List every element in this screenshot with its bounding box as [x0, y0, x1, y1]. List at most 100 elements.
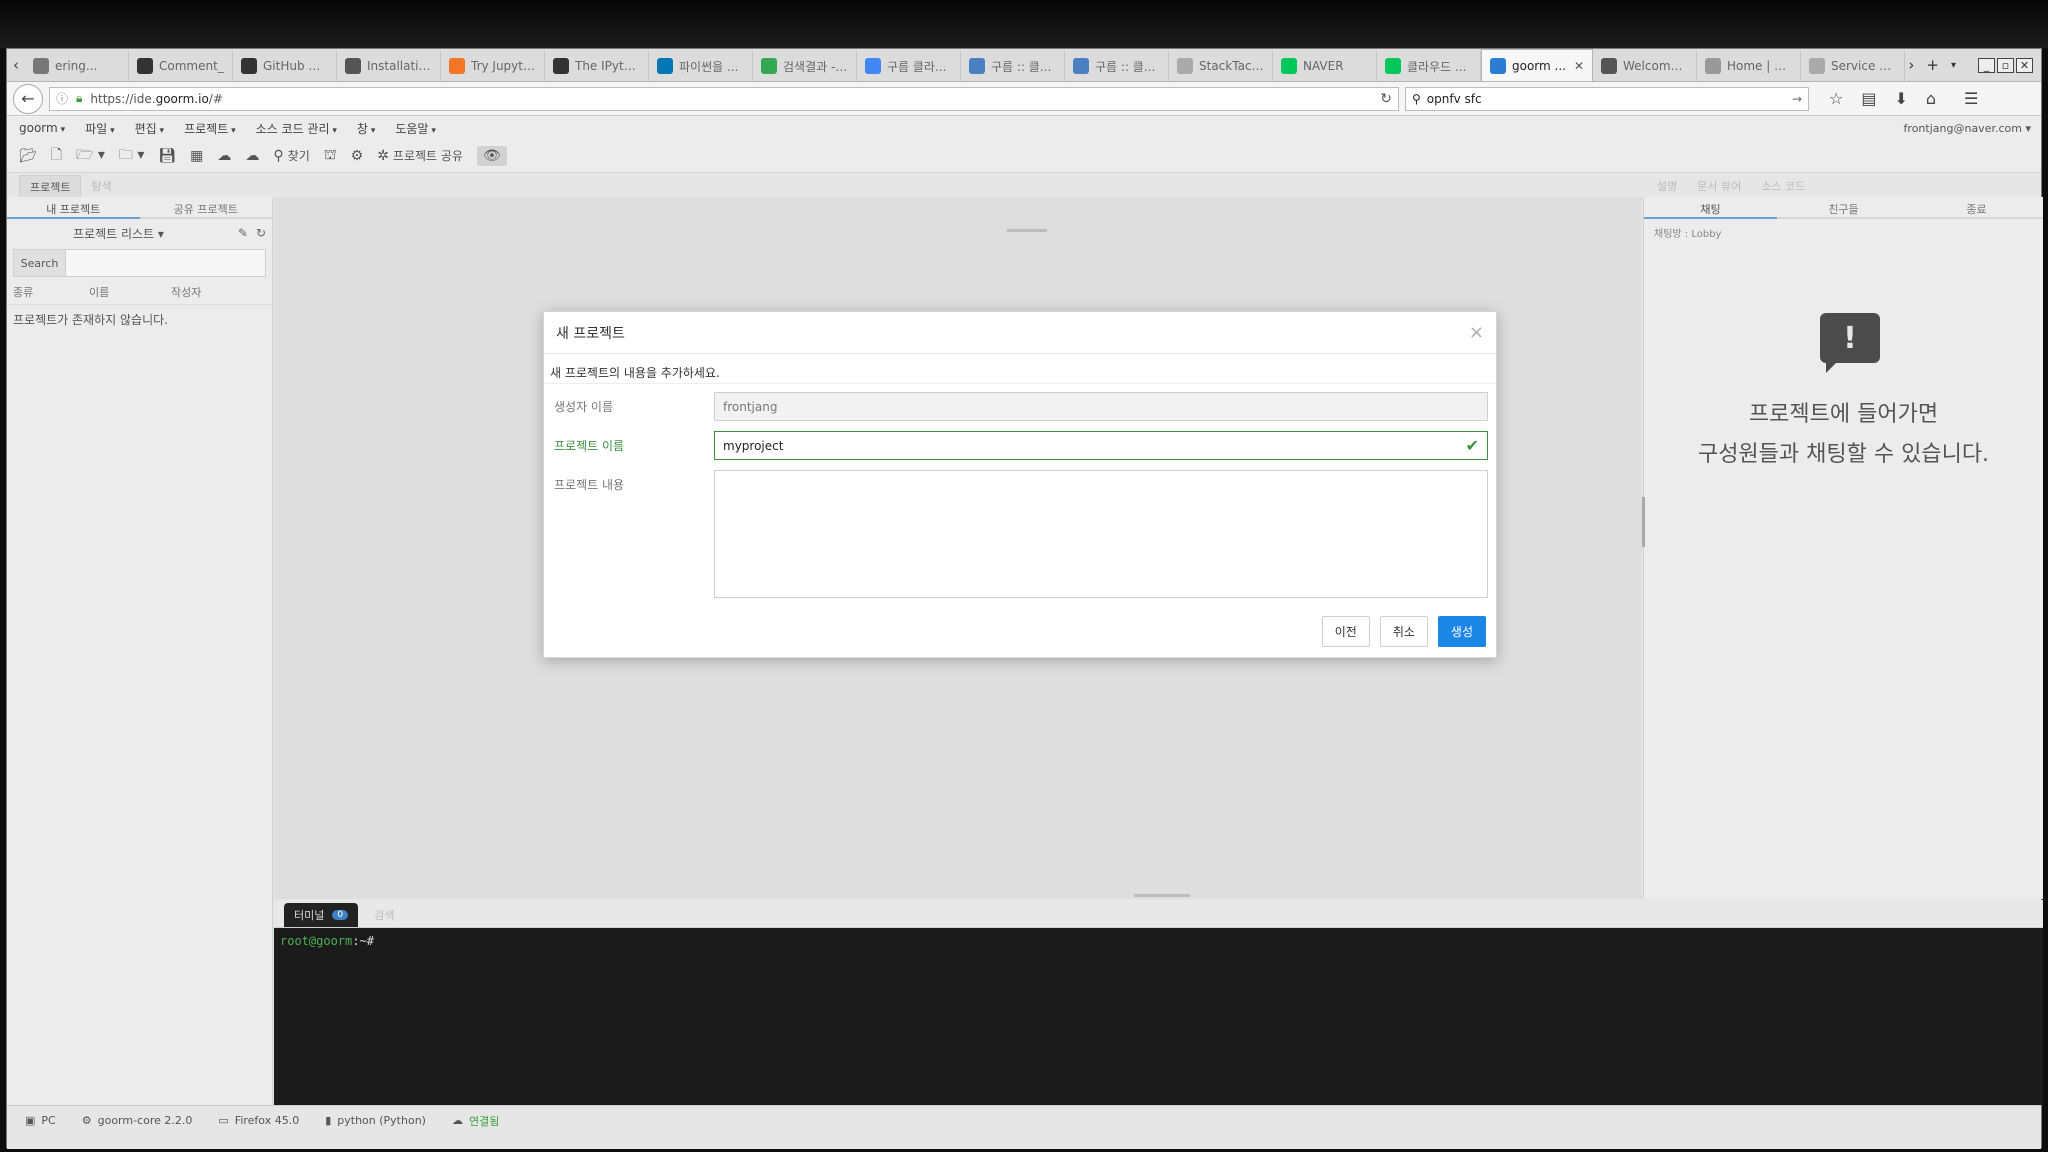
magnifier-icon: ⚲ [273, 147, 284, 164]
menu-help[interactable]: 도움말 [395, 120, 436, 137]
tab-explore[interactable]: 탐색 [81, 175, 121, 197]
browser-tab[interactable]: Welcome t... [1593, 51, 1697, 81]
close-window-icon[interactable]: ✕ [2016, 57, 2033, 73]
binoculars-icon[interactable]: ⛫ [324, 147, 337, 165]
browser-tab[interactable]: 파이썬을 ... [649, 51, 753, 81]
tab-scroll-right-icon[interactable]: › [1908, 56, 1914, 74]
cancel-button[interactable]: 취소 [1379, 616, 1428, 647]
close-tab-icon[interactable]: ✕ [1574, 59, 1584, 73]
import-icon[interactable]: 🗀 ▾ [119, 144, 144, 168]
tab-list-dropdown-icon[interactable]: ▾ [1951, 60, 1956, 71]
cloud-download-icon[interactable]: ☁ [245, 148, 259, 164]
menu-file[interactable]: 파일 [85, 120, 114, 137]
browser-tab[interactable]: goorm ... ✕ [1481, 49, 1593, 81]
browser-tab[interactable]: StackTach.v3 [1169, 51, 1273, 81]
reading-list-icon[interactable]: ▤ [1861, 89, 1876, 108]
new-file-icon[interactable]: 🗋 [51, 144, 62, 168]
project-description-field[interactable] [714, 470, 1488, 598]
refresh-icon[interactable]: ↻ [256, 226, 266, 240]
status-core-version: ⚙ goorm-core 2.2.0 [81, 1114, 193, 1127]
project-search-input[interactable] [66, 250, 265, 276]
info-icon[interactable]: ⓘ [56, 90, 68, 107]
column-type[interactable]: 종류 [13, 284, 89, 300]
browser-tab[interactable]: 클라우드 ... [1377, 51, 1481, 81]
tab-scroll-left-icon[interactable]: ‹ [7, 49, 25, 81]
browser-tab-label: NAVER [1303, 59, 1344, 73]
browser-tab[interactable]: Comment_ [129, 51, 233, 81]
tab-terminal[interactable]: 터미널 0 [284, 903, 359, 927]
project-name-field[interactable]: myproject ✔ [714, 431, 1488, 460]
creator-name-value: frontjang [723, 399, 778, 414]
download-icon[interactable]: ⬇ [1894, 89, 1907, 108]
empty-project-message: 프로젝트가 존재하지 않습니다. [13, 313, 168, 327]
github-icon [241, 58, 257, 74]
menu-icon[interactable]: ☰ [1964, 89, 1978, 108]
browser-tab[interactable]: 구름 :: 클... [1065, 51, 1169, 81]
menu-edit[interactable]: 편집 [135, 120, 164, 137]
reload-icon[interactable]: ↻ [1380, 91, 1392, 107]
tab-shared-projects[interactable]: 공유 프로젝트 [140, 197, 273, 217]
new-tab-icon[interactable]: + [1926, 56, 1939, 74]
browser-tab[interactable]: 검색결과 - ... [753, 51, 857, 81]
column-author[interactable]: 작성자 [171, 284, 201, 300]
browser-tab[interactable]: Try Jupyter! [441, 51, 545, 81]
wrench-icon[interactable]: ✎ [238, 226, 248, 240]
tab-tools: › + ▾ _ ▫ ✕ [1908, 49, 2041, 81]
browser-tab[interactable]: 구름 클라... [857, 51, 961, 81]
home-icon[interactable]: ⌂ [1926, 89, 1936, 108]
project-list-dropdown[interactable]: 프로젝트 리스트 ▾ [73, 225, 164, 242]
tab-chat[interactable]: 채팅 [1644, 197, 1777, 219]
menu-scm[interactable]: 소스 코드 관리 [256, 120, 337, 137]
bookmark-star-icon[interactable]: ☆ [1829, 89, 1843, 108]
prev-button[interactable]: 이전 [1321, 616, 1370, 647]
chat-alert-icon: ! [1820, 313, 1880, 373]
user-account-menu[interactable]: frontjang@naver.com ▾ [1904, 122, 2031, 135]
browser-tab[interactable]: NAVER [1273, 51, 1377, 81]
open-folder-icon[interactable]: 📂︎ [19, 148, 37, 164]
column-name[interactable]: 이름 [89, 284, 171, 300]
bottom-splitter-handle[interactable] [1134, 894, 1190, 897]
menu-project[interactable]: 프로젝트 [184, 120, 236, 137]
tab-doc-viewer[interactable]: 문서 뷰어 [1687, 175, 1751, 197]
cloud-upload-icon[interactable]: ☁ [217, 148, 231, 164]
right-panel-resize-handle[interactable] [1642, 497, 1645, 547]
find-button[interactable]: ⚲ 찾기 [273, 147, 309, 164]
browser-tab[interactable]: 구름 :: 클... [961, 51, 1065, 81]
project-name-label: 프로젝트 이름 [554, 439, 625, 453]
browser-tab[interactable]: Installatio... [337, 51, 441, 81]
creator-name-field[interactable]: frontjang [714, 392, 1488, 421]
top-splitter-handle[interactable] [1007, 229, 1047, 232]
browser-tab[interactable]: ering... [25, 51, 129, 81]
project-name-value: myproject [723, 438, 784, 453]
create-button[interactable]: 생성 [1437, 616, 1486, 647]
terminal-output[interactable]: root@goorm:~# [274, 928, 2043, 954]
eye-icon[interactable]: 👁︎ [476, 145, 507, 166]
search-go-icon[interactable]: → [1792, 92, 1802, 106]
menu-window[interactable]: 창 [357, 120, 375, 137]
tab-friends[interactable]: 친구들 [1777, 197, 1910, 217]
tab-source-code[interactable]: 소스 코드 [1751, 175, 1815, 197]
browser-tab[interactable]: Service Functio... [1801, 51, 1905, 81]
maximize-icon[interactable]: ▫ [1997, 57, 2014, 73]
back-arrow-icon[interactable]: ← [13, 83, 43, 114]
search-bar[interactable]: ⚲ opnfv sfc → [1405, 86, 1809, 111]
tab-search-results[interactable]: 검색 [364, 903, 404, 927]
new-project-dialog: 새 프로젝트 × 새 프로젝트의 내용을 추가하세요. 생성자 이름 front… [543, 311, 1497, 658]
share-project-button[interactable]: ✲ 프로젝트 공유 [377, 147, 463, 164]
tab-my-projects[interactable]: 내 프로젝트 [7, 197, 140, 219]
browser-tab[interactable]: Home | Op... [1697, 51, 1801, 81]
save-all-icon[interactable]: ▦ [190, 148, 203, 164]
browser-tab-label: The IPyth... [575, 59, 640, 73]
menu-goorm[interactable]: goorm [19, 121, 65, 135]
browser-tab[interactable]: The IPyth... [545, 51, 649, 81]
tab-description[interactable]: 설명 [1647, 175, 1687, 197]
url-bar[interactable]: ⓘ 🔒︎ https://ide.goorm.io/# ↻ [49, 86, 1399, 111]
dialog-close-icon[interactable]: × [1469, 322, 1484, 343]
minimize-icon[interactable]: _ [1978, 57, 1995, 73]
tab-exit[interactable]: 종료 [1910, 197, 2043, 217]
settings-gear-icon[interactable]: ⚙ [351, 148, 364, 164]
save-icon[interactable]: 💾︎ [158, 148, 176, 164]
open-project-icon[interactable]: 🗁 ▾ [76, 144, 105, 168]
tab-project[interactable]: 프로젝트 [19, 175, 82, 197]
browser-tab[interactable]: GitHub + 1... [233, 51, 337, 81]
